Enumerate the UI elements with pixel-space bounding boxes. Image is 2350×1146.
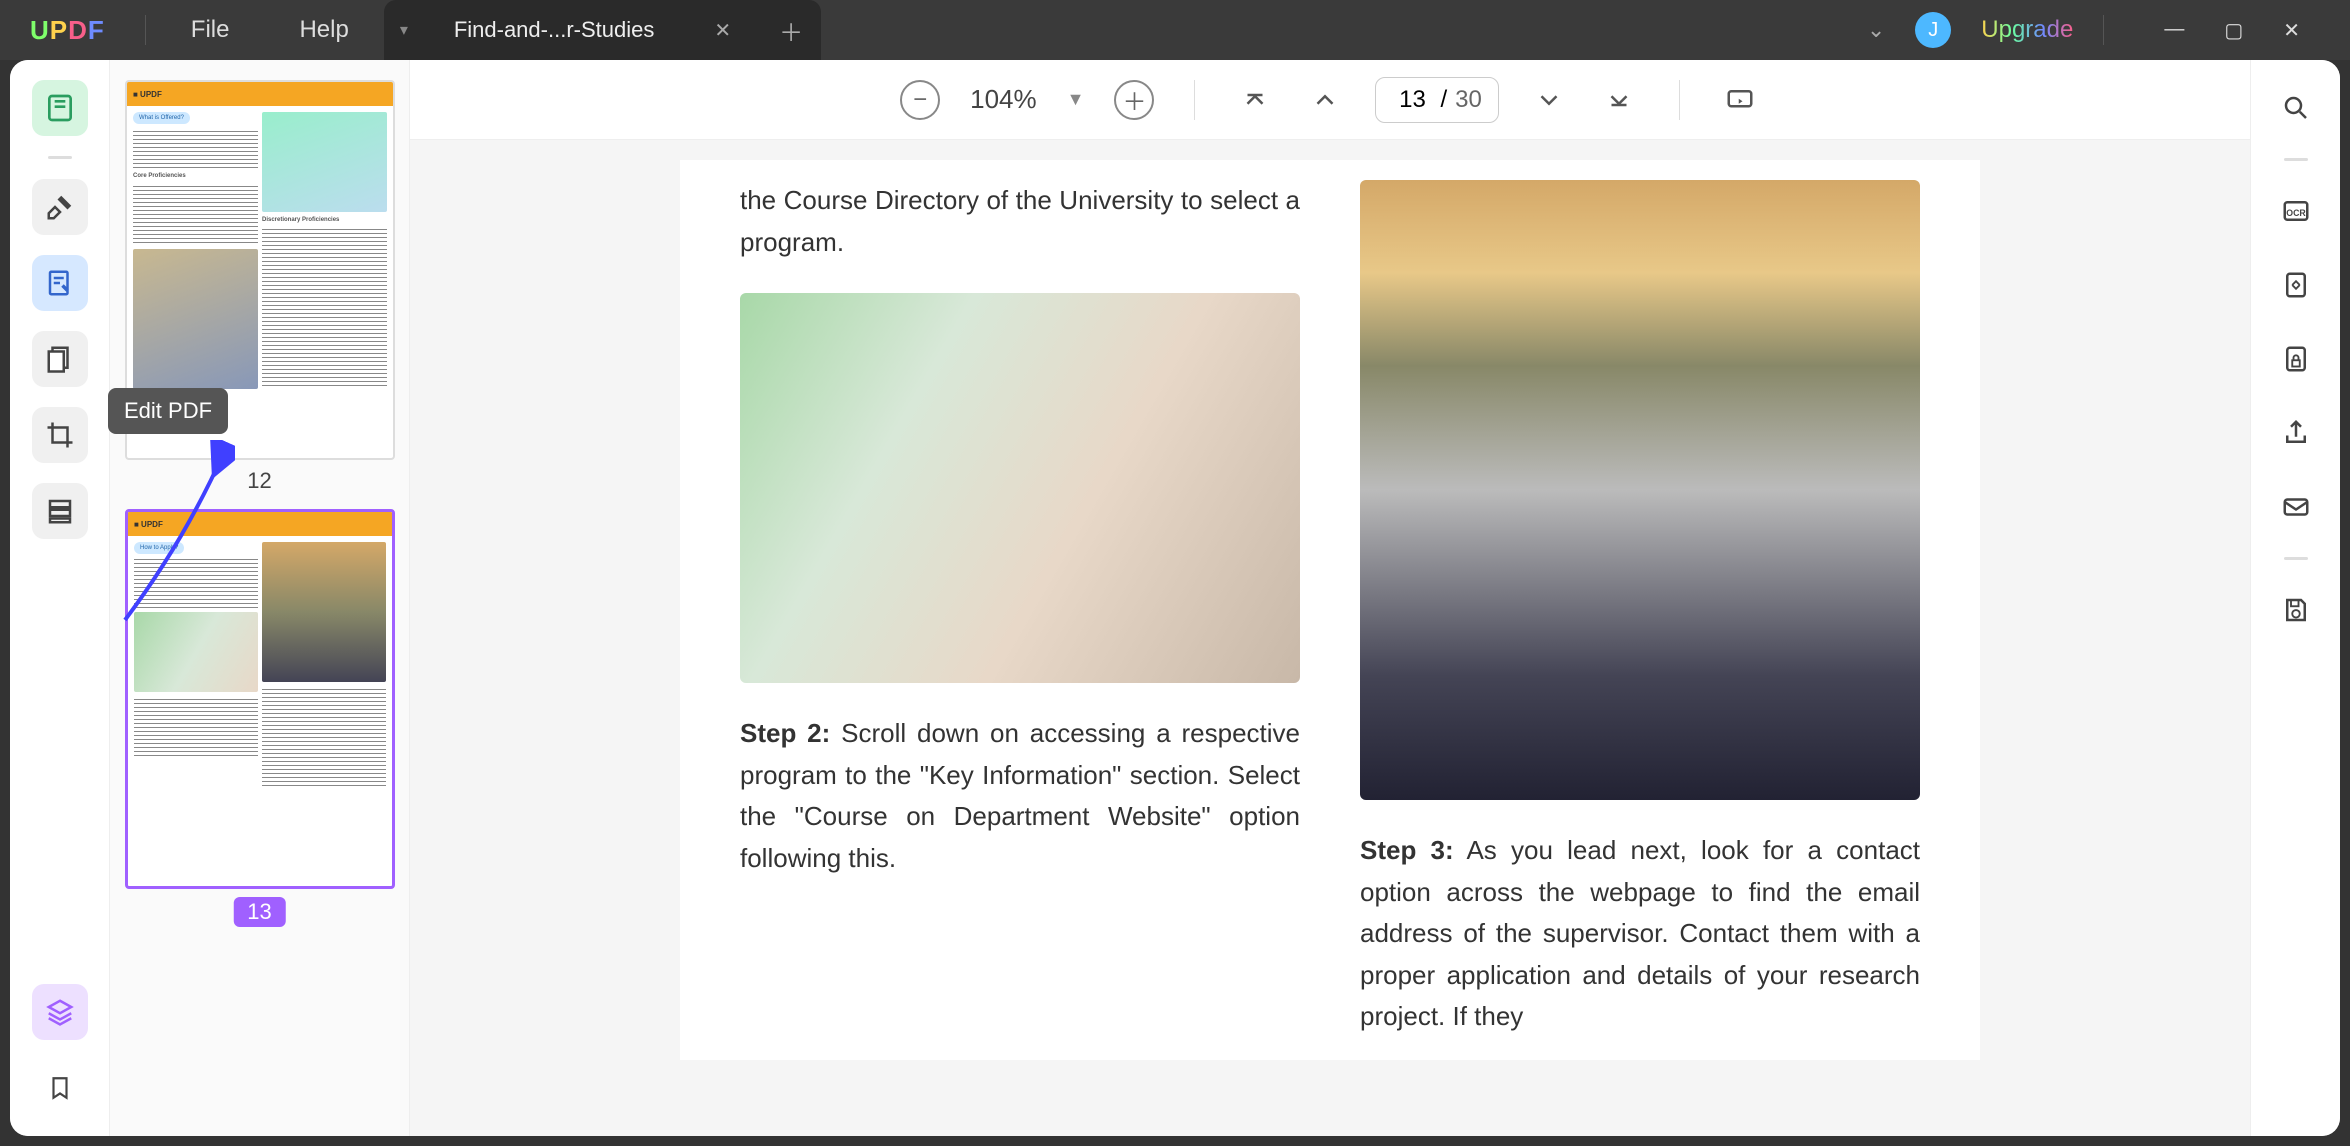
divider	[48, 156, 72, 159]
tooltip-edit-pdf: Edit PDF	[108, 388, 228, 434]
body-text: Step 2: Scroll down on accessing a respe…	[740, 713, 1300, 879]
zoom-level: 104%	[970, 84, 1037, 115]
first-page-icon[interactable]	[1235, 80, 1275, 120]
crop-icon	[45, 420, 75, 450]
maximize-icon[interactable]: ▢	[2224, 18, 2243, 43]
left-tool-rail: Edit PDF	[10, 60, 110, 1136]
bookmark-icon	[47, 1073, 73, 1103]
divider	[2284, 158, 2308, 161]
share-icon	[2281, 418, 2311, 448]
tab-title: Find-and-...r-Studies	[454, 17, 655, 43]
convert-button[interactable]	[2268, 257, 2324, 313]
page-sheet: the Course Directory of the University t…	[680, 160, 1980, 1060]
convert-icon	[2281, 270, 2311, 300]
search-button[interactable]	[2268, 80, 2324, 136]
fill-sign-tool[interactable]	[32, 483, 88, 539]
pages-icon	[45, 344, 75, 374]
body-text: Step 3: As you lead next, look for a con…	[1360, 830, 1920, 1038]
zoom-out-button[interactable]: −	[900, 80, 940, 120]
share-button[interactable]	[2268, 405, 2324, 461]
divider	[2284, 557, 2308, 560]
chevron-down-icon[interactable]: ⌄	[1867, 17, 1885, 43]
thumbnail-item[interactable]: ■ UPDF How to Apply? 13	[125, 509, 394, 927]
reader-tool[interactable]	[32, 80, 88, 136]
ocr-button[interactable]: OCR	[2268, 183, 2324, 239]
page-column-left: the Course Directory of the University t…	[740, 180, 1300, 1040]
image-placeholder-students	[740, 293, 1300, 683]
layers-tool[interactable]	[32, 984, 88, 1040]
zoom-in-button[interactable]: ＋	[1114, 80, 1154, 120]
thumb-page-number-current: 13	[233, 897, 285, 927]
stack-icon	[45, 496, 75, 526]
body-text: the Course Directory of the University t…	[740, 180, 1300, 263]
main-area: Edit PDF ■ UPDF What is Offered? Core Pr…	[10, 60, 2340, 1136]
zoom-dropdown-icon[interactable]: ▼	[1067, 89, 1085, 110]
presentation-icon[interactable]	[1720, 80, 1760, 120]
thumb-page-number: 12	[125, 468, 394, 494]
menu-help[interactable]: Help	[264, 16, 383, 44]
save-button[interactable]	[2268, 582, 2324, 638]
user-avatar[interactable]: J	[1915, 12, 1951, 48]
divider	[145, 15, 146, 45]
page-total: 30	[1455, 86, 1482, 114]
add-tab-button[interactable]: ＋	[761, 0, 821, 60]
ocr-icon: OCR	[2279, 196, 2313, 226]
right-tool-rail: OCR	[2250, 60, 2340, 1136]
page-viewport[interactable]: the Course Directory of the University t…	[410, 140, 2250, 1136]
close-tab-icon[interactable]: ✕	[714, 18, 731, 43]
lock-doc-icon	[2281, 344, 2311, 374]
close-window-icon[interactable]: ✕	[2283, 18, 2300, 43]
book-icon	[44, 92, 76, 124]
edit-doc-icon	[45, 268, 75, 298]
bookmark-tool[interactable]	[32, 1060, 88, 1116]
app-logo: UPDF	[0, 15, 135, 46]
view-toolbar: − 104% ▼ ＋ / 30	[410, 60, 2250, 140]
document-tab[interactable]: Find-and-...r-Studies ✕	[424, 0, 761, 60]
tab-list-menu[interactable]: ▾	[384, 0, 424, 60]
layers-icon	[45, 997, 75, 1027]
page-column-right: Step 3: As you lead next, look for a con…	[1360, 180, 1920, 1040]
divider	[1194, 80, 1195, 120]
prev-page-icon[interactable]	[1305, 80, 1345, 120]
edit-pdf-tool[interactable]	[32, 255, 88, 311]
image-placeholder-bridge	[1360, 180, 1920, 800]
minimize-icon[interactable]: —	[2164, 18, 2184, 43]
comment-tool[interactable]	[32, 179, 88, 235]
save-icon	[2281, 595, 2311, 625]
thumbnail-panel[interactable]: ■ UPDF What is Offered? Core Proficienci…	[110, 60, 410, 1136]
divider	[1679, 80, 1680, 120]
crop-tool[interactable]	[32, 407, 88, 463]
svg-text:OCR: OCR	[2286, 208, 2306, 218]
page-tool[interactable]	[32, 331, 88, 387]
upgrade-button[interactable]: Upgrade	[1981, 16, 2073, 44]
page-indicator[interactable]: / 30	[1375, 77, 1498, 123]
highlighter-icon	[45, 192, 75, 222]
search-icon	[2281, 93, 2311, 123]
menu-file[interactable]: File	[156, 16, 265, 44]
email-button[interactable]	[2268, 479, 2324, 535]
last-page-icon[interactable]	[1599, 80, 1639, 120]
email-icon	[2281, 492, 2311, 522]
next-page-icon[interactable]	[1529, 80, 1569, 120]
protect-button[interactable]	[2268, 331, 2324, 387]
title-bar: UPDF File Help ▾ Find-and-...r-Studies ✕…	[0, 0, 2350, 60]
page-input-field[interactable]	[1392, 86, 1432, 114]
document-area: − 104% ▼ ＋ / 30 the Course Directory of …	[410, 60, 2250, 1136]
